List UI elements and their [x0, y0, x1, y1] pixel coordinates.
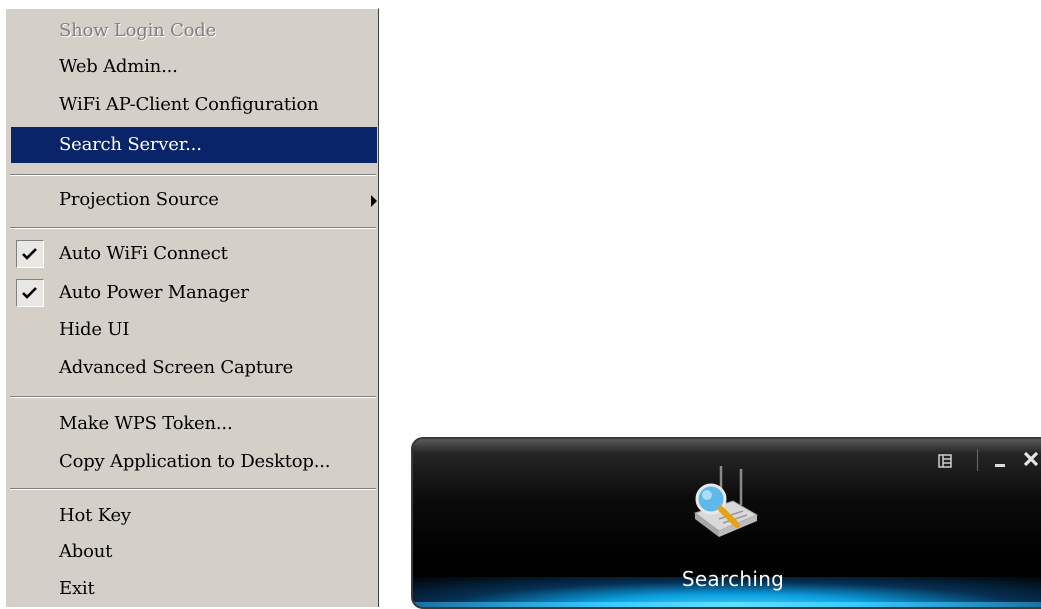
- close-icon[interactable]: [1021, 449, 1041, 469]
- title-divider: [977, 449, 978, 471]
- menu-icon[interactable]: [938, 453, 952, 468]
- checkmark-icon: [16, 240, 44, 268]
- menu-item-about[interactable]: About: [11, 534, 377, 570]
- menu-item-label: Projection Source: [59, 189, 219, 210]
- menu-item-auto-power-manager[interactable]: Auto Power Manager: [11, 275, 377, 311]
- context-menu: Show Login Code Web Admin... WiFi AP-Cli…: [5, 8, 379, 607]
- minimize-icon[interactable]: [994, 453, 1006, 469]
- menu-item-hot-key[interactable]: Hot Key: [11, 498, 377, 534]
- menu-item-search-server[interactable]: Search Server...: [11, 127, 377, 163]
- menu-item-exit[interactable]: Exit: [11, 571, 377, 607]
- menu-item-label: Auto Power Manager: [59, 282, 249, 303]
- menu-separator: [10, 488, 376, 490]
- menu-item-web-admin[interactable]: Web Admin...: [11, 49, 377, 85]
- menu-separator: [10, 396, 376, 398]
- status-label: Searching: [681, 567, 785, 591]
- widget-glow-line: [413, 602, 1041, 607]
- menu-item-wifi-ap-client-configuration[interactable]: WiFi AP-Client Configuration: [11, 87, 377, 123]
- menu-separator: [10, 227, 376, 229]
- menu-separator: [10, 174, 376, 176]
- menu-item-label: Auto WiFi Connect: [59, 243, 228, 264]
- menu-item-make-wps-token[interactable]: Make WPS Token...: [11, 406, 377, 442]
- submenu-arrow-icon: [371, 195, 377, 207]
- searching-widget: Searching: [411, 437, 1041, 609]
- checkmark-icon: [16, 279, 44, 307]
- menu-item-advanced-screen-capture[interactable]: Advanced Screen Capture: [11, 350, 377, 386]
- menu-item-projection-source[interactable]: Projection Source: [11, 182, 377, 218]
- router-search-icon: [683, 463, 763, 543]
- menu-item-show-login-code[interactable]: Show Login Code: [11, 13, 377, 49]
- menu-item-auto-wifi-connect[interactable]: Auto WiFi Connect: [11, 236, 377, 272]
- menu-item-copy-application-to-desktop[interactable]: Copy Application to Desktop...: [11, 444, 377, 480]
- menu-item-hide-ui[interactable]: Hide UI: [11, 312, 377, 348]
